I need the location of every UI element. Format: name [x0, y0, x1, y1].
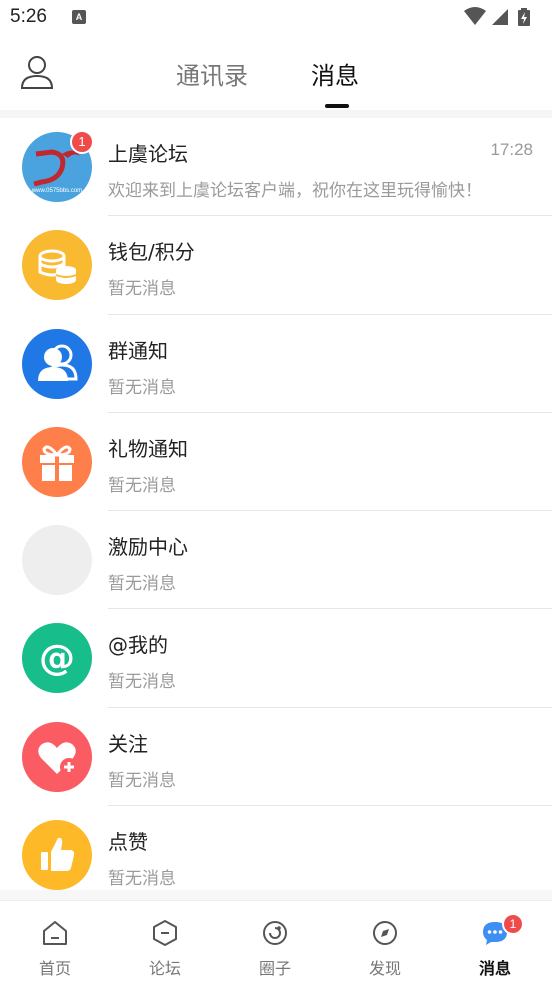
message-title: 礼物通知 — [108, 436, 188, 461]
at-icon: @ — [22, 623, 92, 694]
message-title: 激励中心 — [108, 535, 188, 560]
unread-badge: 1 — [502, 913, 524, 935]
message-title: 群通知 — [108, 338, 168, 363]
svg-text:www.0575bbs.com: www.0575bbs.com — [31, 188, 82, 194]
discover-icon — [373, 921, 397, 945]
nav-label: 圈子 — [258, 959, 291, 978]
coins-icon — [22, 230, 92, 301]
signal-icon — [492, 9, 508, 25]
forum-icon — [153, 920, 177, 946]
list-item[interactable]: 群通知 暂无消息 — [0, 314, 552, 413]
profile-button[interactable] — [20, 54, 54, 90]
nav-label: 首页 — [38, 959, 71, 978]
message-title: 关注 — [108, 731, 148, 756]
unread-badge: 1 — [70, 130, 94, 154]
message-preview: 暂无消息 — [108, 475, 176, 496]
message-preview: 暂无消息 — [108, 377, 176, 398]
status-icons — [462, 6, 542, 28]
list-item[interactable]: 钱包/积分 暂无消息 — [0, 216, 552, 315]
message-preview: 暂无消息 — [108, 770, 176, 791]
nav-label: 论坛 — [148, 959, 181, 978]
nav-discover[interactable]: 发现 — [330, 901, 440, 982]
wifi-icon — [464, 7, 486, 25]
message-preview: 暂无消息 — [108, 869, 176, 890]
battery-charging-icon — [518, 8, 530, 26]
message-preview: 暂无消息 — [108, 672, 176, 693]
a-icon: A — [72, 10, 86, 24]
tab-indicator — [325, 104, 349, 108]
message-title: 钱包/积分 — [108, 240, 195, 265]
header-divider — [0, 110, 552, 118]
nav-messages[interactable]: 1 消息 — [440, 901, 550, 982]
nav-label: 发现 — [368, 959, 401, 978]
list-item[interactable]: @ @我的 暂无消息 — [0, 609, 552, 708]
message-title: 上虞论坛 — [108, 142, 188, 166]
message-preview: 暂无消息 — [108, 574, 176, 595]
message-preview: 暂无消息 — [108, 279, 176, 300]
list-item[interactable]: www.0575bbs.com 1 上虞论坛 17:28 欢迎来到上虞论坛客户端… — [0, 118, 552, 217]
person-icon — [20, 56, 54, 89]
placeholder-icon — [22, 525, 92, 596]
bottom-nav: 首页 论坛 圈子 发现 1 消息 — [0, 900, 552, 982]
message-title: @我的 — [108, 633, 168, 658]
list-item[interactable]: 关注 暂无消息 — [0, 707, 552, 807]
nav-forum[interactable]: 论坛 — [110, 901, 220, 982]
tab-messages[interactable]: 消息 — [311, 56, 359, 91]
group-icon — [22, 328, 92, 399]
svg-text:@: @ — [39, 638, 75, 679]
nav-label: 消息 — [478, 959, 511, 978]
top-header: 通讯录 消息 — [0, 36, 552, 110]
home-icon — [43, 921, 67, 945]
list-item[interactable]: 礼物通知 暂无消息 — [0, 412, 552, 512]
message-preview: 欢迎来到上虞论坛客户端，祝你在这里玩得愉快！ — [108, 181, 482, 201]
thumbs-up-icon — [22, 820, 92, 891]
nav-circle[interactable]: 圈子 — [220, 901, 330, 982]
forum-logo-icon: www.0575bbs.com 1 — [22, 130, 94, 202]
message-list: www.0575bbs.com 1 上虞论坛 17:28 欢迎来到上虞论坛客户端… — [0, 118, 552, 892]
list-bottom-divider — [0, 890, 552, 900]
message-time: 17:28 — [490, 140, 533, 159]
list-item[interactable]: 点赞 暂无消息 — [0, 806, 552, 892]
heart-plus-icon — [22, 721, 92, 792]
circle-icon — [263, 921, 287, 945]
status-bar: 5:26 A — [0, 0, 552, 36]
gift-icon — [22, 426, 92, 497]
tab-contacts[interactable]: 通讯录 — [176, 56, 248, 91]
list-item[interactable]: 激励中心 暂无消息 — [0, 511, 552, 610]
nav-home[interactable]: 首页 — [0, 901, 110, 982]
status-time: 5:26 — [10, 6, 47, 27]
message-title: 点赞 — [108, 830, 148, 855]
